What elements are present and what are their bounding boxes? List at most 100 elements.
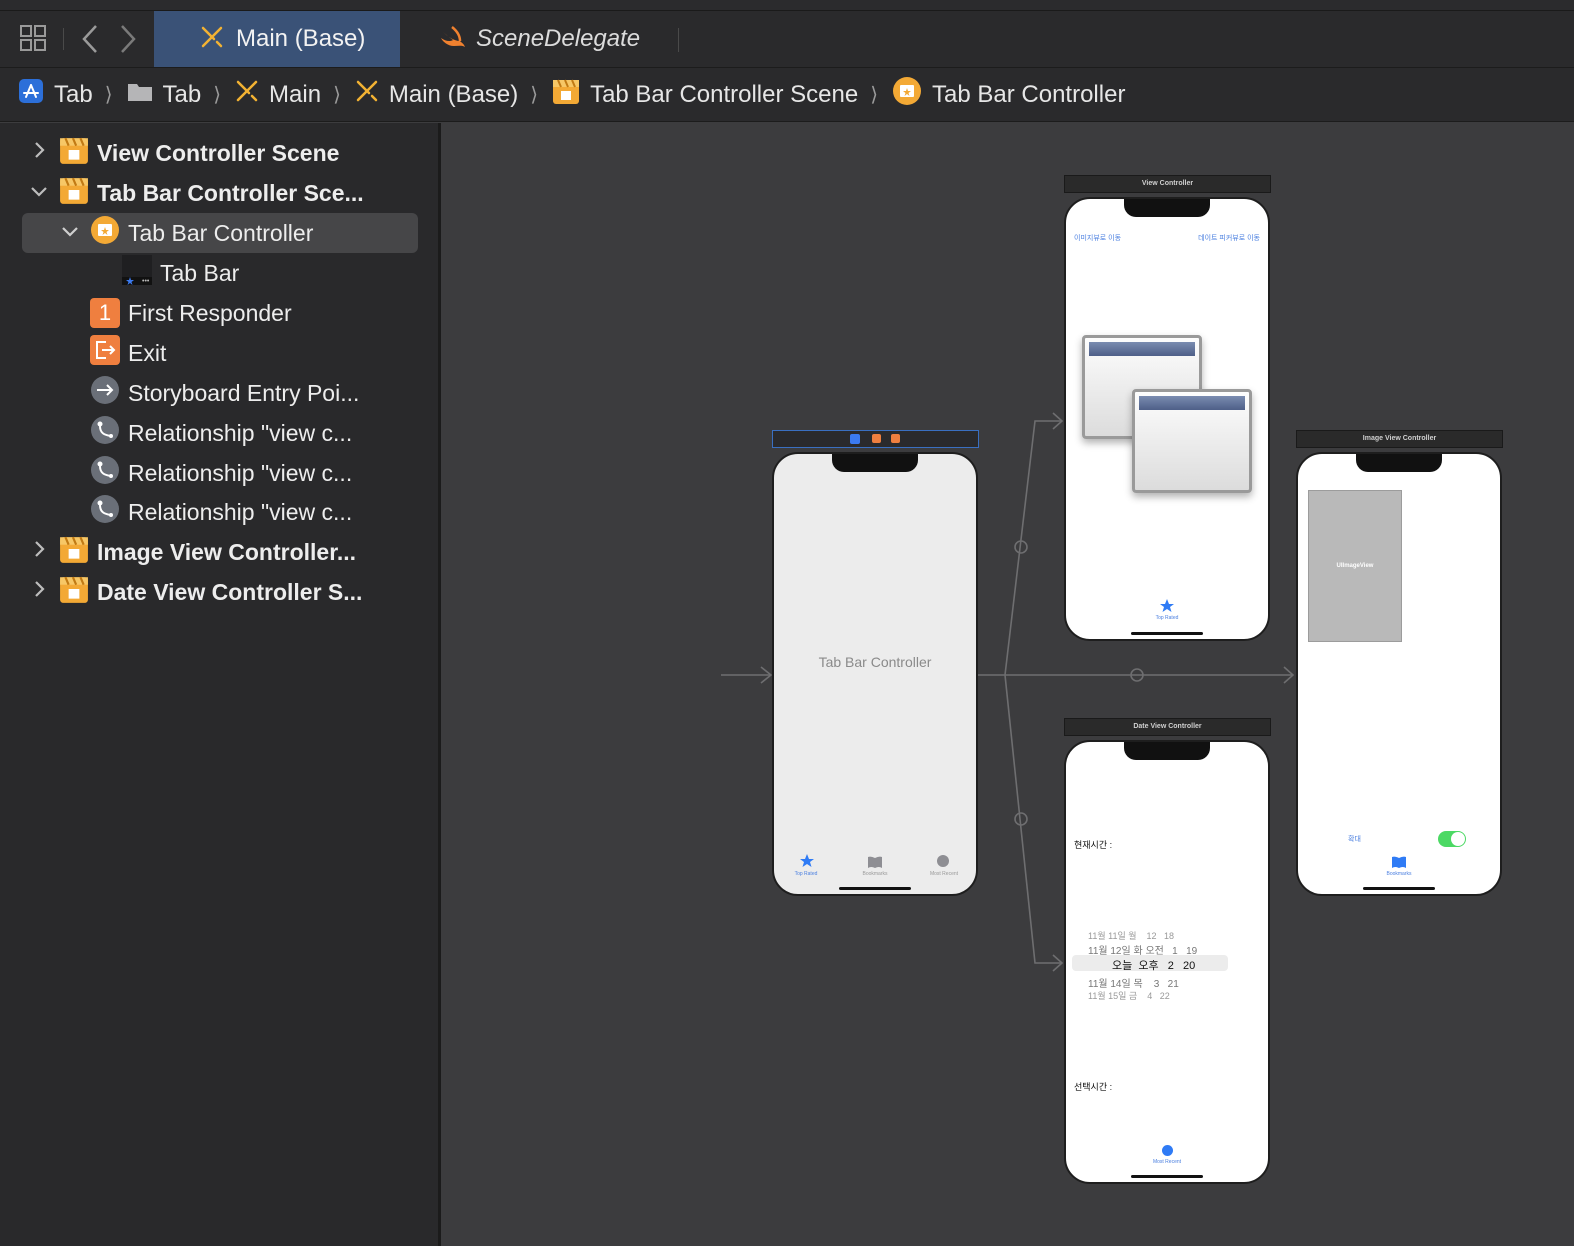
breadcrumb-item-scene[interactable]: Tab Bar Controller Scene ⟩ bbox=[552, 77, 892, 112]
relationship-segue-icon bbox=[90, 494, 120, 530]
outline-item-view-controller-scene[interactable]: View Controller Scene bbox=[59, 133, 339, 173]
tab-bar-controller-icon bbox=[90, 215, 120, 251]
date-view-controller-phone[interactable]: 현재시간 : 11월 11일 월 12 18 11월 12일 화 오전 1 19… bbox=[1064, 740, 1270, 1184]
home-indicator bbox=[1363, 887, 1435, 890]
zoom-switch[interactable] bbox=[1438, 831, 1466, 847]
image-view-controller-phone[interactable]: UIImageView 확대 Bookmarks bbox=[1296, 452, 1502, 896]
notch bbox=[1356, 454, 1442, 472]
breadcrumb-separator: ⟩ bbox=[104, 84, 113, 106]
breadcrumb-label: Tab Bar Controller bbox=[932, 80, 1126, 108]
relationship-segue-icon bbox=[90, 455, 120, 491]
outline-item-relationship[interactable]: Relationship "view c... bbox=[90, 413, 352, 453]
breadcrumb-label: Tab Bar Controller Scene bbox=[590, 80, 859, 108]
home-indicator bbox=[1131, 632, 1203, 635]
breadcrumb-label: Tab bbox=[162, 80, 202, 108]
chevron-right-icon[interactable] bbox=[29, 579, 49, 605]
outline-label: Date View Controller S... bbox=[97, 578, 363, 605]
home-indicator bbox=[1131, 1175, 1203, 1178]
outline-label: Relationship "view c... bbox=[128, 419, 353, 446]
outline-item-tab-bar-controller[interactable]: Tab Bar Controller bbox=[90, 213, 313, 253]
outline-item-storyboard-entry-point[interactable]: Storyboard Entry Poi... bbox=[90, 373, 359, 413]
breadcrumb-item-main-base[interactable]: Main (Base) ⟩ bbox=[355, 79, 552, 110]
outline-label: Tab Bar Controller bbox=[128, 219, 314, 246]
picker-row[interactable]: 11월 12일 화 오전 1 19 bbox=[1088, 942, 1197, 957]
ui-image-view: UIImageView bbox=[1308, 490, 1402, 642]
related-items-grid-icon[interactable] bbox=[20, 25, 46, 51]
window-placeholder-icon bbox=[1132, 389, 1252, 493]
first-responder-dock-icon[interactable] bbox=[872, 434, 881, 443]
breadcrumb-item-main[interactable]: Main ⟩ bbox=[235, 79, 355, 110]
zoom-button[interactable]: 확대 bbox=[1348, 834, 1361, 844]
view-controller-phone[interactable]: 이미지뷰로 이동 데이트 피커뷰로 이동 Top Rated bbox=[1064, 197, 1270, 641]
home-indicator bbox=[839, 887, 911, 890]
tab-label: Top Rated bbox=[794, 871, 818, 877]
outline-item-tab-bar-controller-scene[interactable]: Tab Bar Controller Sce... bbox=[59, 173, 364, 213]
outline-label: First Responder bbox=[128, 299, 292, 326]
first-responder-icon: 1 bbox=[90, 298, 120, 328]
tab-scene-delegate[interactable]: SceneDelegate bbox=[440, 11, 640, 67]
chevron-down-icon[interactable] bbox=[60, 222, 80, 245]
notch bbox=[1124, 199, 1210, 217]
chevron-right-icon[interactable] bbox=[29, 140, 49, 166]
chevron-down-icon[interactable] bbox=[29, 182, 49, 205]
current-time-label: 현재시간 : bbox=[1074, 840, 1113, 850]
exit-icon bbox=[90, 335, 120, 371]
first-responder-badge: 1 bbox=[98, 300, 112, 325]
breadcrumb-label: Main bbox=[269, 80, 322, 108]
outline-item-relationship[interactable]: Relationship "view c... bbox=[90, 492, 352, 532]
picker-row[interactable]: 11월 11일 월 12 18 bbox=[1088, 929, 1174, 942]
picker-row[interactable]: 11월 14일 목 3 21 bbox=[1088, 975, 1179, 990]
tab-label: Most Recent bbox=[1152, 1159, 1182, 1165]
breadcrumb-separator: ⟩ bbox=[213, 84, 222, 106]
scene-icon bbox=[59, 175, 89, 211]
breadcrumb-separator: ⟩ bbox=[333, 84, 341, 106]
picker-row[interactable]: 11월 15일 금 4 22 bbox=[1088, 989, 1170, 1002]
outline-item-exit[interactable]: Exit bbox=[90, 333, 166, 373]
scene-dock-tab-bar-controller[interactable] bbox=[772, 430, 979, 448]
breadcrumb-item-controller[interactable]: Tab Bar Controller bbox=[892, 76, 1125, 113]
clock-icon bbox=[1162, 1145, 1173, 1156]
breadcrumb-item-project[interactable]: Tab ⟩ bbox=[18, 78, 127, 111]
tab-bar-controller-icon bbox=[892, 76, 922, 113]
image-view-link[interactable]: 이미지뷰로 이동 bbox=[1074, 233, 1121, 243]
chevron-right-icon[interactable] bbox=[29, 539, 49, 565]
outline-item-tab-bar[interactable]: ••• Tab Bar bbox=[122, 253, 239, 293]
scene-title-image-view-controller[interactable]: Image View Controller bbox=[1296, 430, 1503, 448]
date-picker-link[interactable]: 데이트 피커뷰로 이동 bbox=[1198, 233, 1260, 243]
outline-label: Relationship "view c... bbox=[128, 459, 353, 486]
outline-label: Relationship "view c... bbox=[128, 498, 353, 525]
breadcrumb: Tab ⟩ Tab ⟩ Main ⟩ Main (Base) ⟩ Tab Bar… bbox=[0, 68, 1574, 122]
tab-label: Most Recent bbox=[929, 871, 959, 877]
scene-title-view-controller[interactable]: View Controller bbox=[1064, 175, 1271, 193]
outline-item-date-view-controller-scene[interactable]: Date View Controller S... bbox=[59, 572, 362, 612]
picker-row-selected[interactable]: 오늘 오후 2 20 bbox=[1112, 957, 1195, 973]
forward-chevron-icon[interactable] bbox=[118, 24, 138, 59]
clock-icon bbox=[937, 855, 949, 867]
tab-bar-controller-phone[interactable]: Tab Bar Controller Top Rated Bookmarks M… bbox=[772, 452, 978, 896]
arrow-right-icon bbox=[90, 375, 120, 411]
controller-dock-icon[interactable] bbox=[850, 434, 860, 444]
breadcrumb-label: Main (Base) bbox=[388, 80, 519, 108]
scene-title-date-view-controller[interactable]: Date View Controller bbox=[1064, 718, 1271, 736]
back-chevron-icon[interactable] bbox=[80, 24, 100, 59]
outline-label: View Controller Scene bbox=[97, 139, 340, 166]
scene-icon bbox=[59, 135, 89, 171]
outline-item-image-view-controller-scene[interactable]: Image View Controller... bbox=[59, 532, 356, 572]
tab-label: Top Rated bbox=[1155, 615, 1179, 621]
outline-item-relationship[interactable]: Relationship "view c... bbox=[90, 453, 352, 493]
tab-main-base[interactable]: Main (Base) bbox=[154, 11, 400, 67]
outline-item-first-responder[interactable]: 1 First Responder bbox=[90, 293, 292, 333]
breadcrumb-item-folder[interactable]: Tab ⟩ bbox=[127, 80, 236, 109]
outline-label: Image View Controller... bbox=[97, 538, 357, 565]
exit-dock-icon[interactable] bbox=[891, 434, 900, 443]
outline-label: Storyboard Entry Poi... bbox=[128, 379, 360, 406]
relationship-segue-icon bbox=[90, 415, 120, 451]
breadcrumb-separator: ⟩ bbox=[870, 84, 879, 106]
swift-icon bbox=[440, 25, 466, 54]
outline-label: Tab Bar Controller Sce... bbox=[97, 179, 364, 206]
tab-label: Bookmarks bbox=[1386, 871, 1412, 877]
scene-icon bbox=[59, 534, 89, 570]
selected-time-label: 선택시간 : bbox=[1074, 1082, 1113, 1092]
app-icon bbox=[18, 78, 44, 111]
tab-divider bbox=[678, 28, 679, 52]
